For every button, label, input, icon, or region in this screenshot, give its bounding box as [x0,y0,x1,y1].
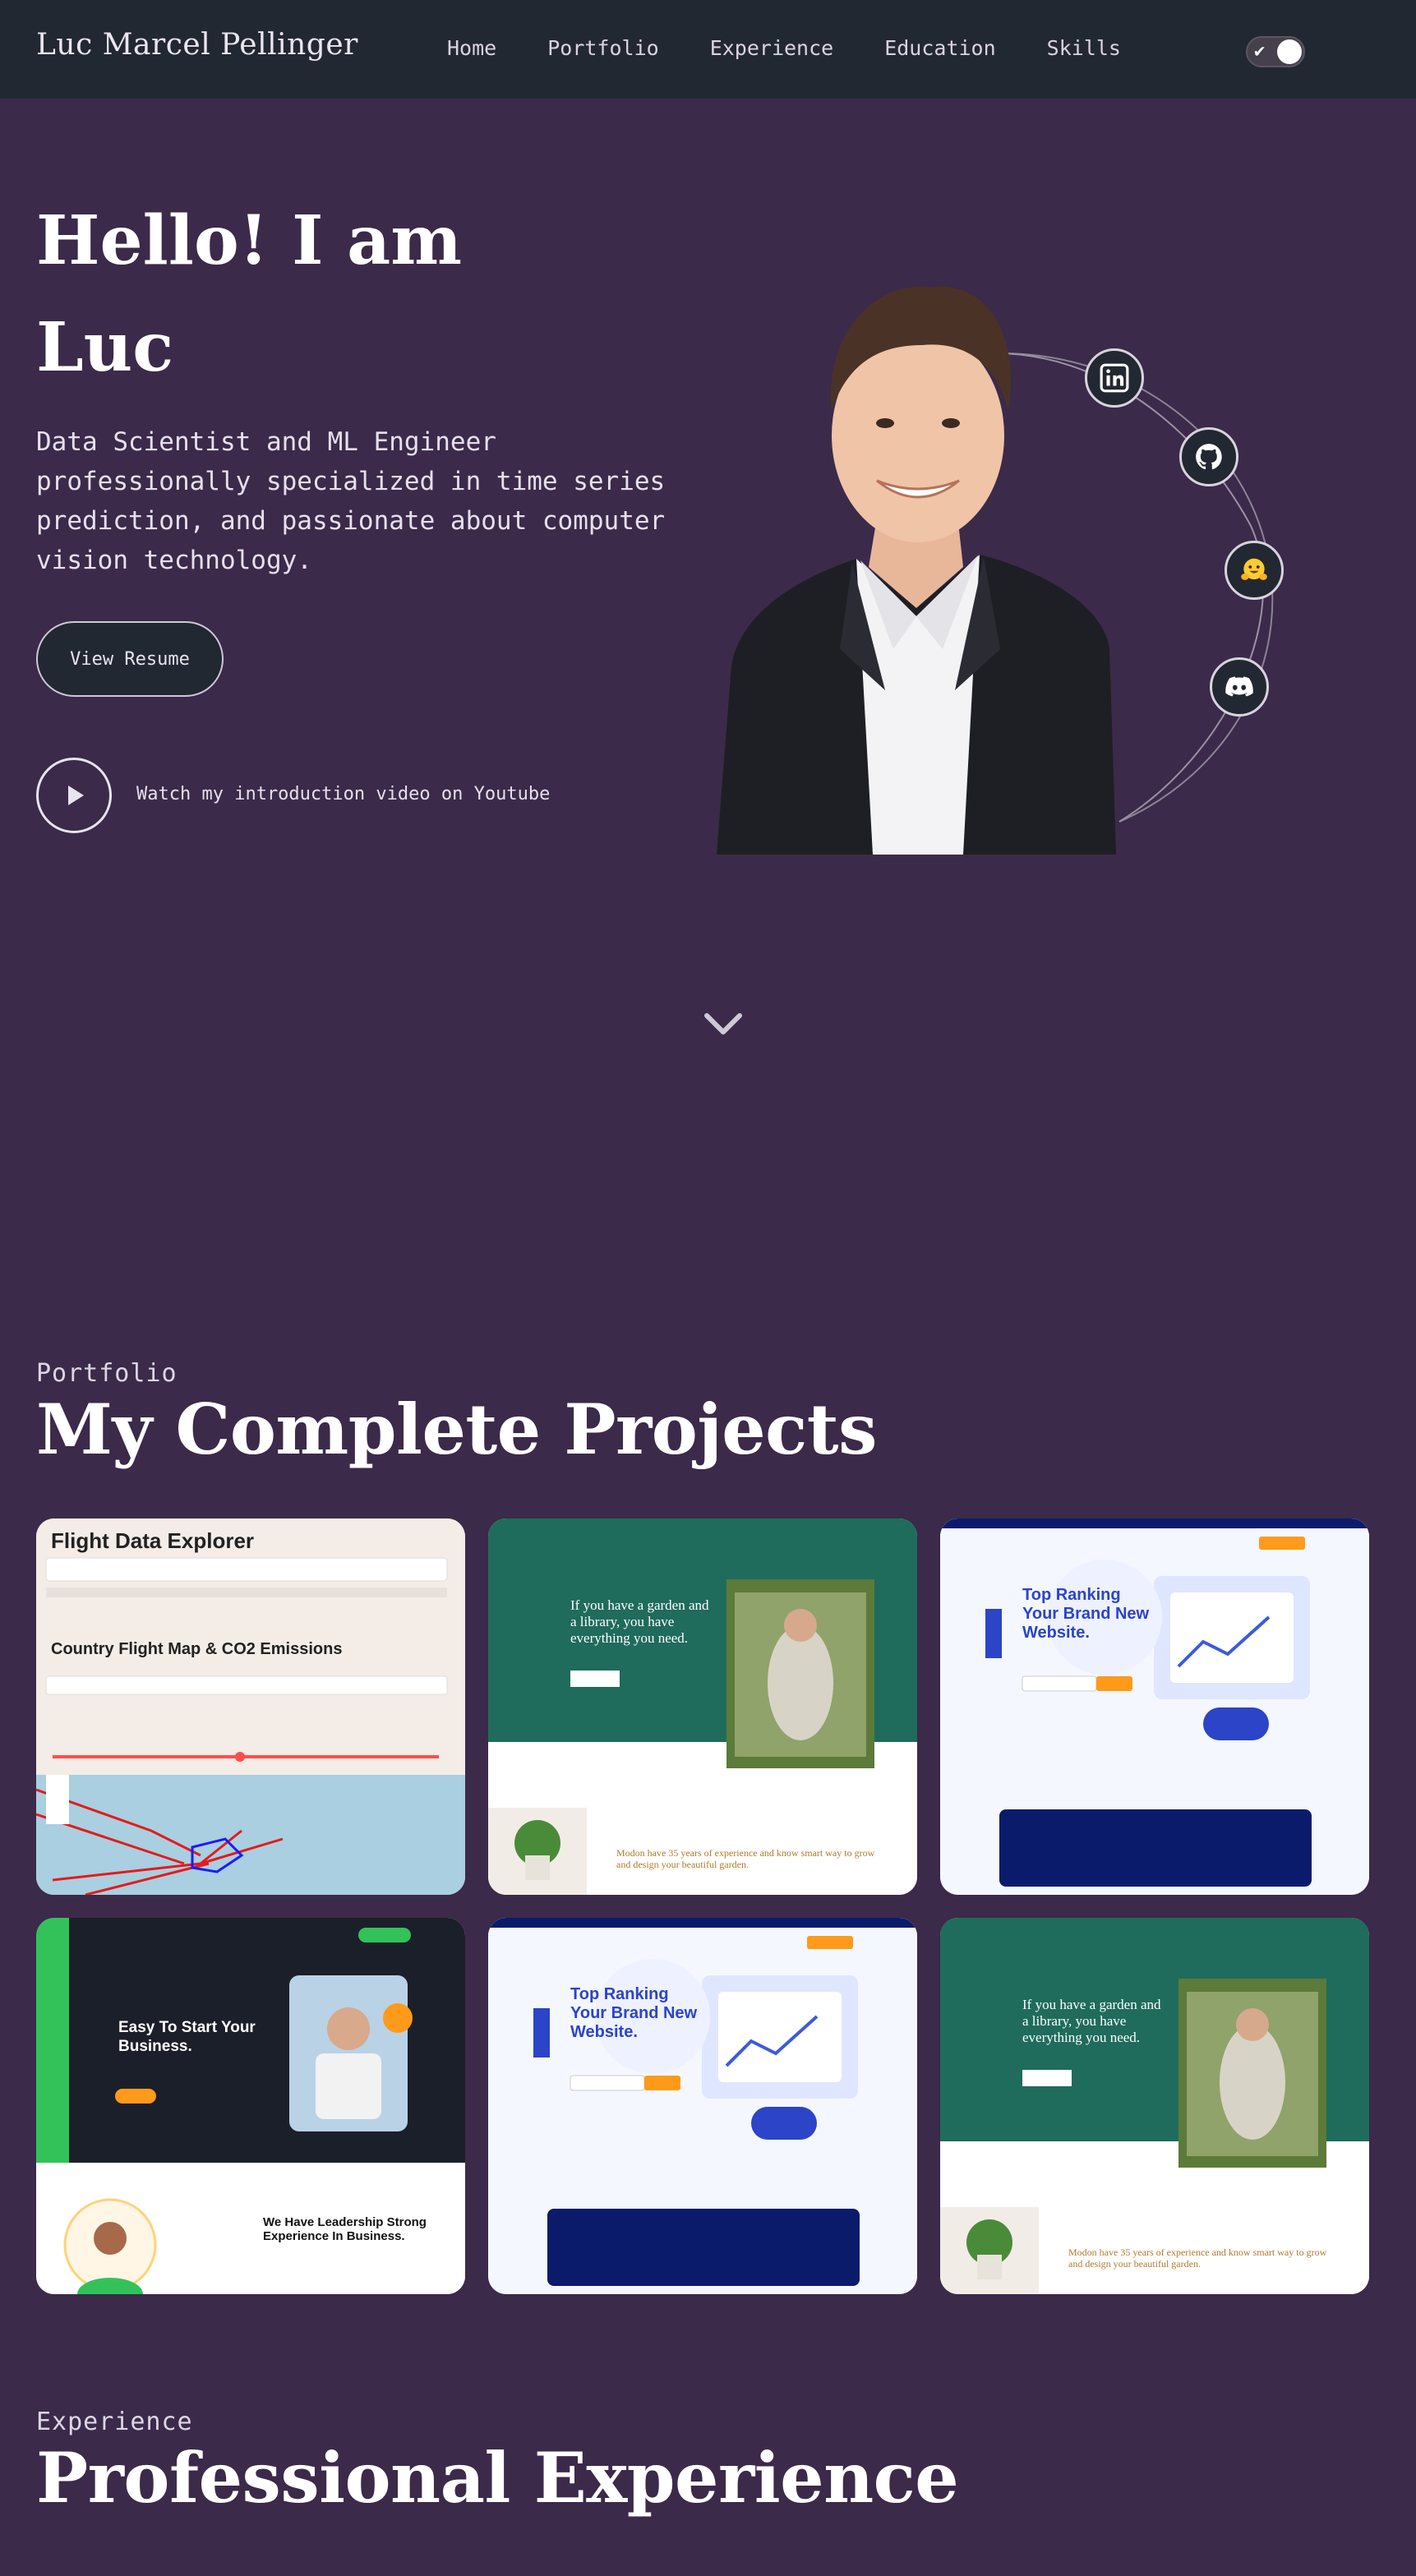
flight-explorer-preview [36,1518,465,1895]
project-card-top-ranking-2[interactable]: Top Ranking Your Brand New Website. [488,1918,917,2294]
experience-title: Professional Experience [36,2437,959,2518]
brand-name[interactable]: Luc Marcel Pellinger [36,28,358,62]
project-card-garden-2[interactable]: If you have a garden and a library, you … [940,1918,1369,2294]
card-heading: Top Ranking Your Brand New Website. [1022,1586,1150,1642]
check-icon: ✔ [1254,41,1266,62]
huggingface-button[interactable] [1225,541,1284,600]
top-ranking-preview [940,1518,1369,1895]
linkedin-icon [1100,363,1129,393]
project-card-garden-1[interactable]: If you have a garden and a library, you … [488,1518,917,1895]
play-icon [68,786,84,805]
card-heading: If you have a garden and a library, you … [570,1597,709,1646]
discord-icon [1225,676,1253,697]
view-resume-button[interactable]: View Resume [36,621,224,697]
card-footer: We Have Leadership Strong Experience In … [263,2215,427,2243]
video-link-text[interactable]: Watch my introduction video on Youtube [136,784,550,804]
garden-preview [940,1918,1369,2294]
card-subtitle: Country Flight Map & CO2 Emissions [51,1640,343,1658]
toggle-knob [1277,39,1302,64]
nav-home[interactable]: Home [447,36,496,60]
play-video-button[interactable] [36,758,112,833]
huggingface-icon [1241,558,1267,580]
portfolio-label: Portfolio [36,1359,178,1388]
card-heading: If you have a garden and a library, you … [1022,1997,1161,2045]
hero-title-line1: Hello! I am [36,201,462,280]
card-footer: Modon have 35 years of experience and kn… [1068,2247,1327,2270]
navbar: Luc Marcel Pellinger Home Portfolio Expe… [0,0,1416,99]
nav-portfolio[interactable]: Portfolio [547,36,658,60]
portrait-photo [717,286,1116,855]
linkedin-button[interactable] [1085,348,1144,408]
hero-description: Data Scientist and ML Engineer professio… [36,427,666,575]
nav-links: Home Portfolio Experience Education Skil… [447,36,1172,60]
project-card-business[interactable]: Easy To Start Your Business. We Have Lea… [36,1918,465,2294]
chevron-down-icon[interactable] [700,1007,746,1040]
experience-label: Experience [36,2408,193,2436]
hero-title: Hello! I am Luc [36,187,529,401]
theme-toggle[interactable]: ✔ [1246,36,1305,67]
github-icon [1196,444,1222,470]
card-footer: Modon have 35 years of experience and kn… [616,1847,875,1870]
card-heading: Top Ranking Your Brand New Website. [570,1985,698,2041]
hero-title-line2: Luc [36,308,174,387]
card-heading: Easy To Start Your Business. [118,2019,256,2055]
top-ranking-preview [488,1918,917,2294]
card-title: Flight Data Explorer [51,1528,255,1553]
discord-button[interactable] [1210,657,1269,717]
github-button[interactable] [1179,427,1238,486]
nav-experience[interactable]: Experience [710,36,834,60]
portfolio-title: My Complete Projects [36,1389,877,1470]
nav-education[interactable]: Education [884,36,995,60]
nav-skills[interactable]: Skills [1047,36,1121,60]
project-card-top-ranking-1[interactable]: Top Ranking Your Brand New Website. [940,1518,1369,1895]
project-card-flight-explorer[interactable]: Flight Data Explorer Country Flight Map … [36,1518,465,1895]
garden-preview [488,1518,917,1895]
